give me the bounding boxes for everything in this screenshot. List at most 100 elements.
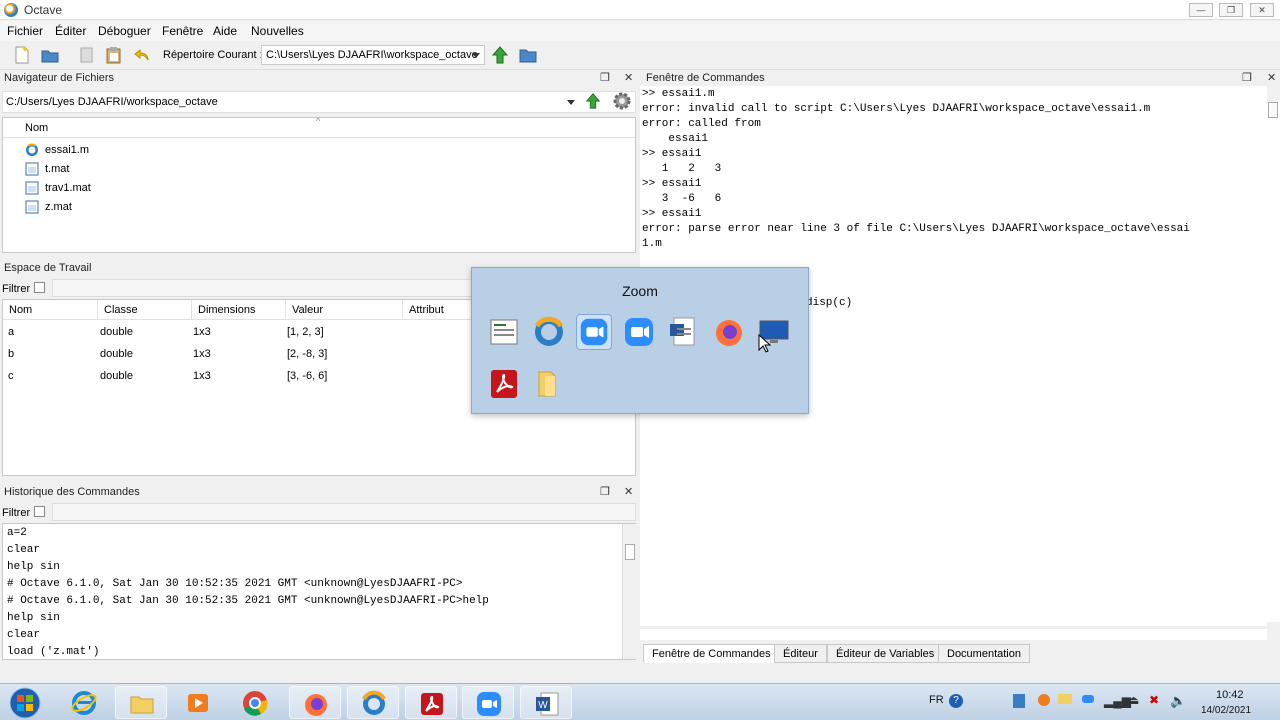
file-row[interactable]: t.mat	[3, 160, 635, 179]
undo-icon[interactable]	[133, 45, 153, 65]
pdf-icon[interactable]	[486, 366, 522, 402]
new-file-icon[interactable]	[12, 45, 32, 65]
taskbar-app[interactable]	[289, 686, 341, 719]
file-row[interactable]: trav1.mat	[3, 179, 635, 198]
close-button[interactable]: ✕	[1250, 3, 1274, 17]
history-item[interactable]: a=2	[7, 527, 27, 539]
scrollbar-thumb[interactable]	[1268, 102, 1278, 118]
history-item[interactable]: load ('z.mat')	[7, 646, 99, 658]
column-header-dimensions[interactable]: Dimensions	[192, 300, 286, 320]
taskbar-app[interactable]	[347, 686, 399, 719]
tab-editor[interactable]: Éditeur	[774, 644, 827, 663]
column-header-nom[interactable]: Nom	[25, 122, 48, 134]
file-list-header[interactable]: Nom ^	[3, 116, 635, 138]
taskbar-app[interactable]	[405, 686, 457, 719]
var-dims: 1x3	[193, 370, 211, 382]
tab-command-window[interactable]: Fenêtre de Commandes	[643, 644, 780, 663]
folder-icon[interactable]	[531, 366, 567, 402]
history-scrollbar[interactable]	[622, 524, 636, 659]
menu-aide[interactable]: Aide	[213, 24, 237, 38]
table-row[interactable]: b double 1x3 [2, -8, 3]	[3, 344, 473, 364]
up-directory-icon[interactable]	[490, 45, 510, 65]
history-item[interactable]: clear	[7, 629, 40, 641]
undock-icon[interactable]: ❐	[1242, 71, 1252, 84]
menu-fichier[interactable]: Fichier	[7, 24, 43, 38]
var-name: c	[8, 370, 14, 382]
current-dir-combo[interactable]: C:\Users\Lyes DJAAFRI\workspace_octave	[261, 45, 485, 65]
var-value: [1, 2, 3]	[287, 326, 324, 338]
language-indicator[interactable]: FR	[929, 694, 944, 706]
open-folder-icon[interactable]	[40, 45, 60, 65]
file-row[interactable]: z.mat	[3, 198, 635, 217]
zoom-icon[interactable]	[621, 314, 657, 350]
menu-fenetre[interactable]: Fenêtre	[162, 24, 203, 38]
history-item[interactable]: help sin	[7, 612, 60, 624]
up-directory-icon[interactable]	[584, 92, 602, 110]
menu-nouvelles[interactable]: Nouvelles	[251, 24, 304, 38]
close-icon[interactable]: ✕	[624, 71, 633, 84]
column-header-valeur[interactable]: Valeur	[286, 300, 403, 320]
copy-icon[interactable]	[77, 45, 97, 65]
command-hscrollbar[interactable]	[640, 628, 1267, 640]
tab-documentation[interactable]: Documentation	[938, 644, 1030, 663]
volume-icon[interactable]: 🔈	[1170, 693, 1186, 709]
var-value: [3, -6, 6]	[287, 370, 328, 382]
paste-icon[interactable]	[104, 45, 124, 65]
taskbar-app[interactable]	[172, 686, 224, 719]
tab-variable-editor[interactable]: Éditeur de Variables	[827, 644, 944, 663]
var-value: [2, -8, 3]	[287, 348, 328, 360]
taskbar-app[interactable]	[462, 686, 514, 719]
history-filter-checkbox[interactable]	[34, 506, 45, 517]
word-doc-icon[interactable]	[666, 314, 702, 350]
octave-icon[interactable]	[531, 314, 567, 350]
history-item[interactable]: clear	[7, 544, 40, 556]
undock-icon[interactable]: ❐	[600, 485, 610, 498]
command-output-line: >> essai1	[642, 148, 702, 160]
maximize-button[interactable]: ❐	[1219, 3, 1243, 17]
history-item[interactable]: # Octave 6.1.0, Sat Jan 30 10:52:35 2021…	[7, 578, 462, 590]
minimize-button[interactable]: —	[1189, 3, 1213, 17]
file-browser-path-combo[interactable]: C:/Users/Lyes DJAAFRI/workspace_octave	[2, 91, 636, 113]
history-item[interactable]: help sin	[7, 561, 60, 573]
tray-app-icon[interactable]	[1058, 694, 1072, 704]
clock-time[interactable]: 10:42	[1216, 689, 1244, 701]
taskbar-app[interactable]	[229, 686, 281, 719]
close-icon[interactable]: ✕	[624, 485, 633, 498]
tray-app-icon[interactable]	[1038, 694, 1050, 706]
zoom-icon[interactable]	[576, 314, 612, 350]
svg-text:W: W	[538, 700, 548, 711]
menu-editer[interactable]: Éditer	[55, 24, 86, 38]
spreadsheet-icon[interactable]	[486, 314, 522, 350]
file-row[interactable]: essai1.m	[3, 141, 635, 160]
start-orb[interactable]	[8, 686, 42, 720]
media-player-icon	[188, 694, 208, 712]
help-icon[interactable]: ?	[949, 694, 963, 708]
safely-remove-icon[interactable]: ⏏	[1128, 693, 1139, 707]
taskbar-app[interactable]: W	[520, 686, 572, 719]
column-header-nom[interactable]: Nom	[3, 300, 98, 320]
tray-app-icon[interactable]	[1013, 694, 1025, 708]
close-icon[interactable]: ✕	[1267, 71, 1276, 84]
command-scrollbar[interactable]	[1267, 102, 1280, 622]
firefox-icon[interactable]	[711, 314, 747, 350]
table-row[interactable]: a double 1x3 [1, 2, 3]	[3, 322, 473, 342]
taskbar-app[interactable]	[115, 686, 167, 719]
browse-folder-icon[interactable]	[518, 45, 538, 65]
taskbar-app[interactable]	[58, 686, 110, 719]
clock-date[interactable]: 14/02/2021	[1201, 705, 1251, 716]
scrollbar-thumb[interactable]	[625, 544, 635, 560]
column-header-attribut[interactable]: Attribut	[403, 300, 475, 320]
history-item[interactable]: # Octave 6.1.0, Sat Jan 30 10:52:35 2021…	[7, 595, 489, 607]
zoom-tray-icon[interactable]	[1082, 695, 1094, 703]
history-filter-input[interactable]	[52, 503, 636, 521]
table-row[interactable]: c double 1x3 [3, -6, 6]	[3, 366, 473, 386]
column-header-classe[interactable]: Classe	[98, 300, 192, 320]
file-name: essai1.m	[45, 144, 90, 156]
workspace-filter-checkbox[interactable]	[34, 282, 45, 293]
network-error-icon[interactable]: ✖	[1149, 693, 1159, 707]
undock-icon[interactable]: ❐	[600, 71, 610, 84]
signal-bars-icon[interactable]: ▂▄▆	[1104, 694, 1131, 708]
menu-deboguer[interactable]: Déboguer	[98, 24, 151, 38]
gear-icon[interactable]	[610, 89, 634, 113]
workspace-filter-input[interactable]	[52, 279, 472, 297]
